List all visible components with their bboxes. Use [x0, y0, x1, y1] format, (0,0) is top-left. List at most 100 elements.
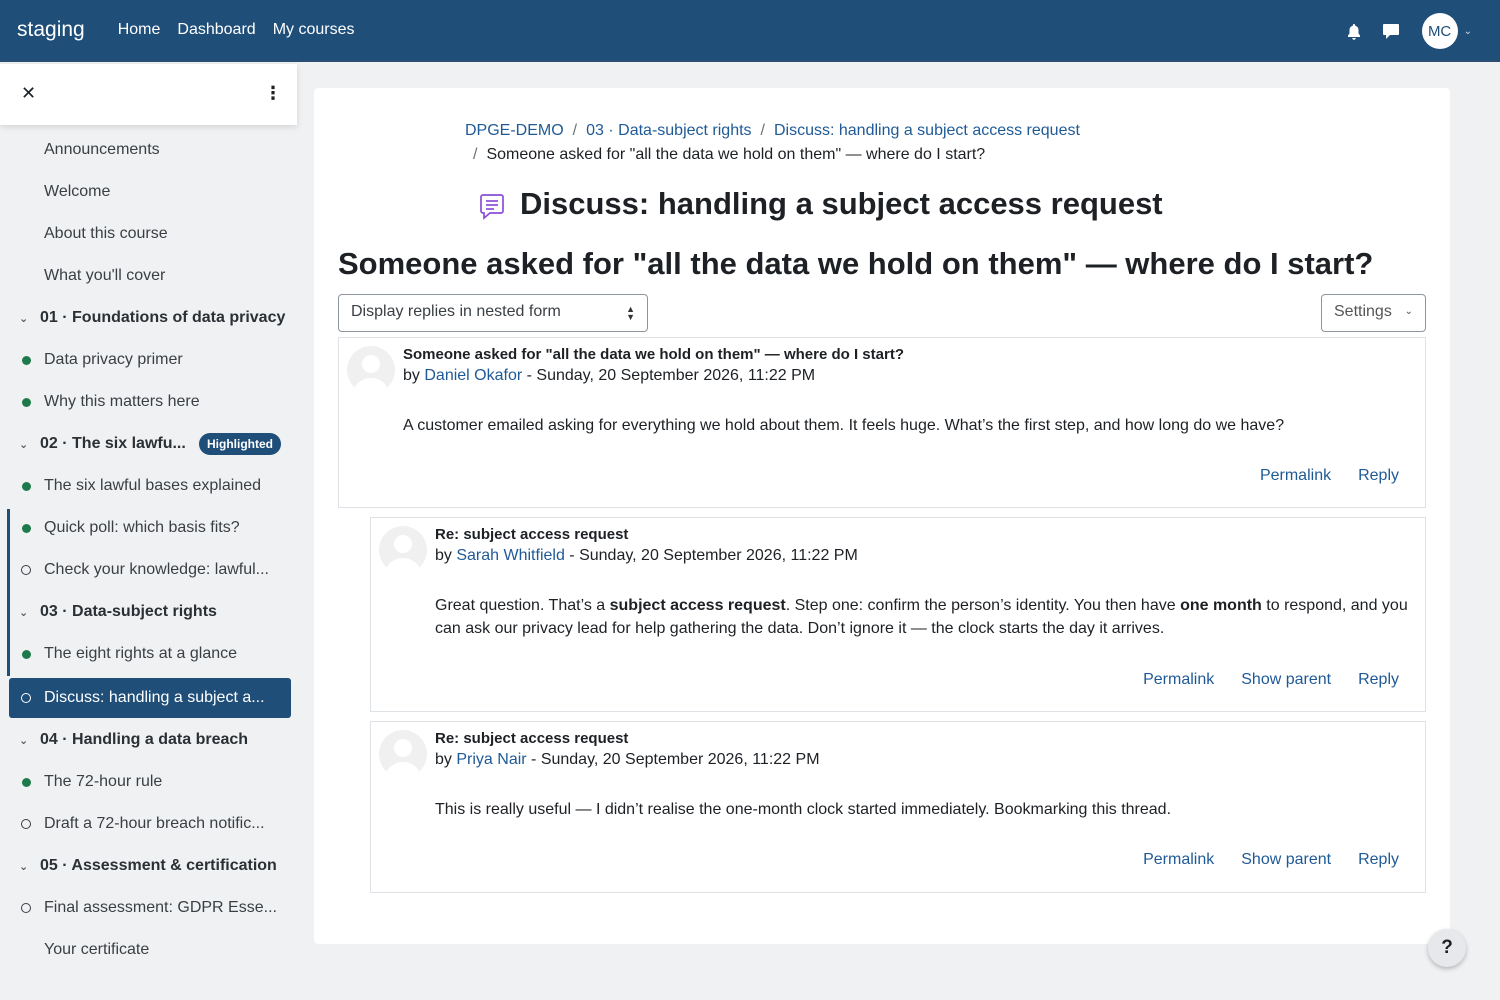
author-link[interactable]: Sarah Whitfield [456, 547, 565, 564]
chevron-down-icon[interactable]: ⌄ [19, 734, 28, 747]
nav-home[interactable]: Home [118, 21, 161, 39]
highlighted-badge: Highlighted [199, 433, 281, 455]
author-link[interactable]: Priya Nair [456, 751, 526, 768]
sidebar-item[interactable]: What you'll cover [0, 256, 300, 296]
post-byline: by Sarah Whitfield - Sunday, 20 Septembe… [435, 547, 858, 564]
sidebar-item-label: 01 · Foundations of data privacy [40, 309, 286, 326]
breadcrumb-current-line: / Someone asked for "all the data we hold… [473, 146, 986, 163]
breadcrumb-current: Someone asked for "all the data we hold … [486, 146, 986, 163]
breadcrumb: DPGE-DEMO/03 · Data-subject rights / Discu… [465, 122, 1080, 139]
sidebar-item[interactable]: ⌄ 01 · Foundations of data privacy [0, 298, 300, 338]
sidebar-item[interactable]: Announcements [0, 130, 300, 170]
sidebar-item-label: Draft a 72-hour breach notific... [44, 815, 265, 832]
chat-icon[interactable] [1382, 23, 1400, 40]
sidebar-item[interactable]: Final assessment: GDPR Esse... [0, 888, 300, 928]
forum-post-reply: Re: subject access request by Priya Nair… [370, 721, 1426, 893]
author-avatar[interactable] [379, 730, 427, 778]
post-subject: Someone asked for "all the data we hold … [403, 346, 904, 363]
completed-dot-icon [22, 649, 31, 659]
discussion-title: Someone asked for "all the data we hold … [338, 246, 1374, 281]
nav-my-courses[interactable]: My courses [273, 21, 355, 39]
sidebar-item[interactable]: About this course [0, 214, 300, 254]
incomplete-circle-icon [21, 819, 31, 829]
chevron-down-icon[interactable]: ⌄ [1464, 26, 1472, 37]
post-body: A customer emailed asking for everything… [403, 417, 1285, 434]
chevron-down-icon: ⌄ [1404, 306, 1413, 317]
sidebar-item[interactable]: The eight rights at a glance [0, 634, 300, 674]
sidebar-item-label: The eight rights at a glance [44, 645, 238, 662]
sidebar-item[interactable]: Why this matters here [0, 382, 300, 422]
sidebar-item[interactable]: Draft a 72-hour breach notific... [0, 804, 300, 844]
show-parent-link[interactable]: Show parent [1241, 851, 1331, 869]
course-index-drawer: ⌄GeneralAnnouncementsWelcomeAbout this c… [0, 64, 300, 1000]
post-byline: by Daniel Okafor - Sunday, 20 September … [403, 367, 816, 384]
forum-icon [478, 192, 506, 225]
sidebar-item-label: Your certificate [44, 941, 150, 958]
bell-icon[interactable] [1346, 23, 1362, 40]
completed-dot-icon [22, 523, 31, 533]
chevron-down-icon[interactable]: ⌄ [19, 860, 28, 873]
completed-dot-icon [22, 397, 31, 407]
author-avatar[interactable] [379, 526, 427, 574]
permalink-link[interactable]: Permalink [1143, 671, 1214, 689]
permalink-link[interactable]: Permalink [1143, 851, 1214, 869]
sidebar-item[interactable]: Data privacy primer [0, 340, 300, 380]
incomplete-circle-icon [21, 565, 31, 575]
sidebar-item[interactable]: ⌄ 02 · The six lawfu... Highlighted [0, 424, 300, 464]
sidebar-item[interactable]: Check your knowledge: lawful... [0, 550, 300, 590]
completed-dot-icon [22, 481, 31, 491]
main-region: DPGE-DEMO/03 · Data-subject rights / Discu… [314, 88, 1450, 944]
sidebar-item[interactable]: ⌄ 05 · Assessment & certification [0, 846, 300, 886]
help-button[interactable]: ? [1428, 929, 1466, 967]
chevron-down-icon[interactable]: ⌄ [19, 312, 28, 325]
author-link[interactable]: Daniel Okafor [424, 367, 522, 384]
post-actions: Permalink Show parent Reply [1116, 671, 1399, 689]
sidebar-item-label: 04 · Handling a data breach [40, 731, 249, 748]
sidebar-item-label: 03 · Data-subject rights [40, 603, 217, 620]
show-parent-link[interactable]: Show parent [1241, 671, 1331, 689]
sidebar-item[interactable]: Welcome [0, 172, 300, 212]
sidebar-item-label: 02 · The six lawfu... [40, 435, 186, 452]
author-avatar[interactable] [347, 346, 395, 394]
sidebar-item-label: Quick poll: which basis fits? [44, 519, 240, 536]
sidebar-item[interactable]: ⌄ 04 · Handling a data breach [0, 720, 300, 760]
sidebar-item[interactable]: The six lawful bases explained [0, 466, 300, 506]
reply-link[interactable]: Reply [1358, 467, 1399, 485]
sidebar-item[interactable]: The 72-hour rule [0, 762, 300, 802]
reply-link[interactable]: Reply [1358, 851, 1399, 869]
permalink-link[interactable]: Permalink [1260, 467, 1331, 485]
breadcrumb-section[interactable]: 03 · Data-subject rights [586, 122, 751, 139]
sidebar-item[interactable]: Quick poll: which basis fits? [0, 508, 300, 548]
forum-post-reply: Re: subject access request by Sarah Whit… [370, 517, 1426, 712]
display-mode-select[interactable]: Display replies in nested form ▲ ▼ [338, 294, 648, 332]
settings-button[interactable]: Settings ⌄ [1321, 294, 1426, 332]
drawer-menu-icon[interactable]: ⋮ [264, 84, 282, 102]
sidebar-item[interactable]: Your certificate [0, 930, 300, 970]
sidebar-item-label: Final assessment: GDPR Esse... [44, 899, 277, 916]
site-brand[interactable]: staging [17, 18, 85, 42]
select-arrows-icon: ▲ ▼ [626, 304, 635, 322]
chevron-down-icon[interactable]: ⌄ [19, 606, 28, 619]
display-mode-value: Display replies in nested form [351, 303, 561, 320]
sidebar-item-label: The 72-hour rule [44, 773, 163, 790]
drawer-header: ✕ ⋮ [0, 64, 297, 125]
user-avatar[interactable]: MC [1421, 13, 1458, 49]
post-body: Great question. That’s a subject access … [435, 597, 1408, 637]
reply-link[interactable]: Reply [1358, 671, 1399, 689]
breadcrumb-forum[interactable]: Discuss: handling a subject access reque… [774, 122, 1080, 139]
forum-post: Someone asked for "all the data we hold … [338, 337, 1426, 508]
completed-dot-icon [22, 355, 31, 365]
close-drawer-button[interactable]: ✕ [21, 83, 36, 104]
sidebar-item-label: Discuss: handling a subject a... [44, 689, 265, 706]
sidebar-item-current[interactable]: Discuss: handling a subject a... [9, 678, 291, 718]
sidebar-item-label: Check your knowledge: lawful... [44, 561, 269, 578]
sidebar-item-label: Welcome [44, 183, 111, 200]
sidebar-item[interactable]: ⌄ 03 · Data-subject rights [0, 592, 300, 632]
breadcrumb-course[interactable]: DPGE-DEMO [465, 122, 564, 139]
sidebar-item-label: Announcements [44, 141, 160, 158]
chevron-down-icon[interactable]: ⌄ [19, 438, 28, 451]
post-byline: by Priya Nair - Sunday, 20 September 202… [435, 751, 820, 768]
nav-dashboard[interactable]: Dashboard [177, 21, 255, 39]
page-title: Discuss: handling a subject access reque… [520, 186, 1163, 221]
post-subject: Re: subject access request [435, 730, 629, 747]
